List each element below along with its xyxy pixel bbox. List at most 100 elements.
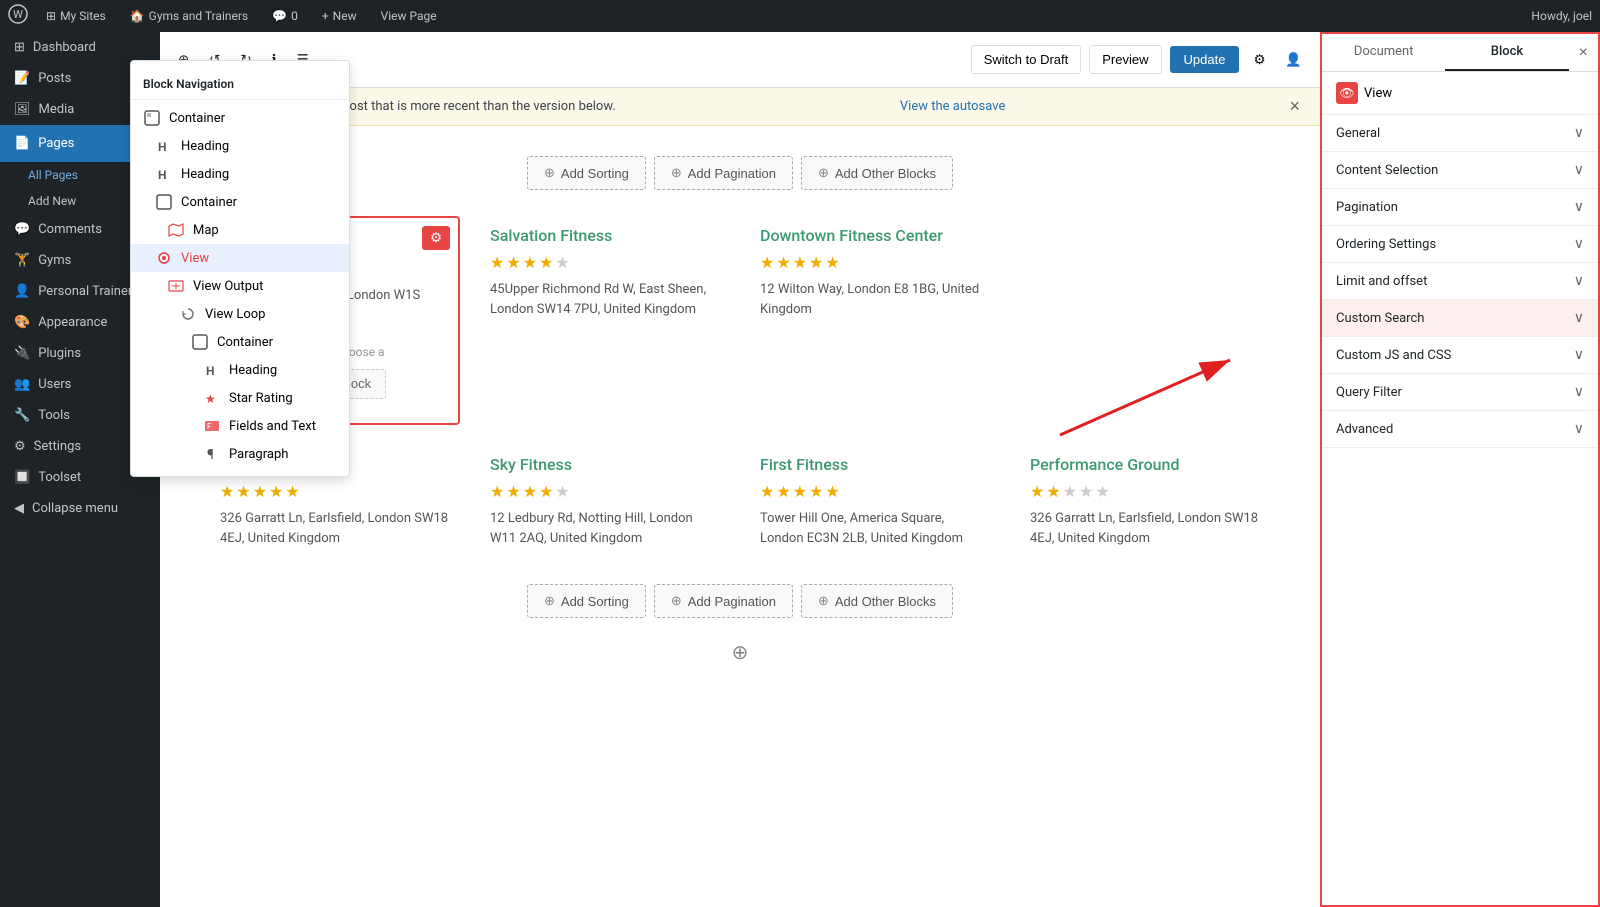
comment-icon: 💬 [272,9,287,23]
update-button[interactable]: Update [1170,46,1240,73]
center-plus-icon[interactable]: ⊕ [732,640,749,664]
heading-icon: H [155,137,173,155]
chevron-down-icon: ∨ [1574,273,1584,289]
gym-card: Sky Fitness ★ ★ ★ ★ ★ 12 Ledbury Rd, Not… [480,445,730,558]
nav-container-3[interactable]: Container [131,328,349,356]
featured-block-settings-button[interactable]: ⚙ [422,226,450,250]
plus-circle-icon: ⊕ [544,593,555,609]
gym-name[interactable]: Salvation Fitness [490,226,720,245]
star-rating-icon: ★ [203,389,221,407]
star-icon: ★ [506,253,520,272]
star-icon: ★ [793,482,807,501]
accordion-advanced-header[interactable]: Advanced ∨ [1322,411,1598,447]
gym-name[interactable]: Performance Ground [1030,455,1260,474]
nav-heading-1[interactable]: H Heading [131,132,349,160]
map-icon [167,221,185,239]
star-icon: ★ [490,482,504,501]
add-sorting-top-button[interactable]: ⊕ Add Sorting [527,156,646,190]
accordion-general: General ∨ [1322,115,1598,152]
gym-name[interactable]: Downtown Fitness Center [760,226,990,245]
media-icon: 🖼 [14,102,31,117]
accordion-custom-search-header[interactable]: Custom Search ∨ [1322,300,1598,336]
star-empty-icon: ★ [1095,482,1109,501]
gym-grid-row1: ⚙ Balance Gym ★ ★ ★ ★ ★ 34 Dover St, May… [210,206,1270,435]
accordion-general-header[interactable]: General ∨ [1322,115,1598,151]
nav-fields-text[interactable]: F Fields and Text [131,412,349,440]
toolset-icon: 🔲 [14,470,30,485]
posts-icon: 📝 [14,71,30,86]
comments-menu[interactable]: 💬 0 [266,9,304,23]
chevron-down-icon: ∨ [1574,384,1584,400]
star-icon: ★ [220,482,234,501]
tab-document[interactable]: Document [1322,34,1445,71]
nav-star-rating[interactable]: ★ Star Rating [131,384,349,412]
accordion-pagination-header[interactable]: Pagination ∨ [1322,189,1598,225]
nav-view-output[interactable]: View Output [131,272,349,300]
accordion-ordering-settings-header[interactable]: Ordering Settings ∨ [1322,226,1598,262]
star-icon: ★ [825,253,839,272]
add-sorting-bottom-button[interactable]: ⊕ Add Sorting [527,584,646,618]
gym-address: 326 Garratt Ln, Earlsfield, London SW18 … [1030,509,1260,548]
settings-gear-icon: ⚙ [1253,52,1265,67]
panel-close-button[interactable]: × [1569,34,1598,71]
sidebar-item-dashboard[interactable]: ⊞ Dashboard [0,32,160,63]
gym-stars: ★ ★ ★ ★ ★ [490,253,720,272]
accordion-query-filter-header[interactable]: Query Filter ∨ [1322,374,1598,410]
editor-user-button[interactable]: 👤 [1279,46,1308,74]
gym-name[interactable]: Sky Fitness [490,455,720,474]
add-pagination-bottom-button[interactable]: ⊕ Add Pagination [654,584,793,618]
accordion-query-filter: Query Filter ∨ [1322,374,1598,411]
nav-container-1[interactable]: Container [131,104,349,132]
chevron-down-icon: ∨ [1574,421,1584,437]
star-icon: ★ [809,482,823,501]
add-other-blocks-top-button[interactable]: ⊕ Add Other Blocks [801,156,953,190]
star-icon: ★ [809,253,823,272]
editor-settings-button[interactable]: ⚙ [1247,46,1271,74]
accordion-content-selection-header[interactable]: Content Selection ∨ [1322,152,1598,188]
switch-draft-button[interactable]: Switch to Draft [971,45,1082,74]
nav-heading-2[interactable]: H Heading [131,160,349,188]
block-nav-title: Block Navigation [131,69,349,100]
nav-map[interactable]: Map [131,216,349,244]
accordion-sections: General ∨ Content Selection ∨ Pagination… [1322,115,1598,448]
nav-view[interactable]: View [131,244,349,272]
gym-stars: ★ ★ ★ ★ ★ [760,253,990,272]
tab-block[interactable]: Block [1445,34,1568,71]
gym-stars: ★ ★ ★ ★ ★ [490,482,720,501]
accordion-custom-js-css-header[interactable]: Custom JS and CSS ∨ [1322,337,1598,373]
chevron-down-icon: ∨ [1574,236,1584,252]
accordion-limit-offset-header[interactable]: Limit and offset ∨ [1322,263,1598,299]
nav-heading-3[interactable]: H Heading [131,356,349,384]
svg-text:¶: ¶ [207,447,214,462]
gym-grid-row2: Sky Is The Limit ★ ★ ★ ★ ★ 326 Garratt L… [210,435,1270,568]
autosave-link[interactable]: View the autosave [900,99,1005,114]
panel-view-section: 👁 View [1322,72,1598,115]
nav-view-loop[interactable]: View Loop [131,300,349,328]
gym-card-empty [1020,216,1270,425]
star-icon: ★ [236,482,250,501]
my-sites-menu[interactable]: ⊞ My Sites [40,9,112,23]
autosave-close-button[interactable]: × [1289,96,1300,117]
trainers-icon: 👤 [14,284,30,299]
add-other-blocks-bottom-button[interactable]: ⊕ Add Other Blocks [801,584,953,618]
add-pagination-top-button[interactable]: ⊕ Add Pagination [654,156,793,190]
preview-button[interactable]: Preview [1089,45,1161,74]
plus-icon: + [322,9,329,23]
gym-name[interactable]: First Fitness [760,455,990,474]
site-name-menu[interactable]: 🏠 Gyms and Trainers [124,9,254,23]
new-content-menu[interactable]: + New [316,9,363,23]
accordion-limit-offset: Limit and offset ∨ [1322,263,1598,300]
add-blocks-top-bar: ⊕ Add Sorting ⊕ Add Pagination ⊕ Add Oth… [210,146,1270,206]
star-icon: ★ [490,253,504,272]
star-icon: ★ [776,253,790,272]
users-icon: 👥 [14,377,30,392]
collapse-icon: ◀ [14,501,24,516]
nav-paragraph[interactable]: ¶ Paragraph [131,440,349,468]
sidebar-collapse-menu[interactable]: ◀ Collapse menu [0,493,160,524]
star-empty-icon: ★ [1063,482,1077,501]
fields-text-icon: F [203,417,221,435]
view-page-link[interactable]: View Page [375,9,443,23]
pages-icon: 📄 [14,136,30,151]
nav-container-2[interactable]: Container [131,188,349,216]
accordion-ordering-settings: Ordering Settings ∨ [1322,226,1598,263]
